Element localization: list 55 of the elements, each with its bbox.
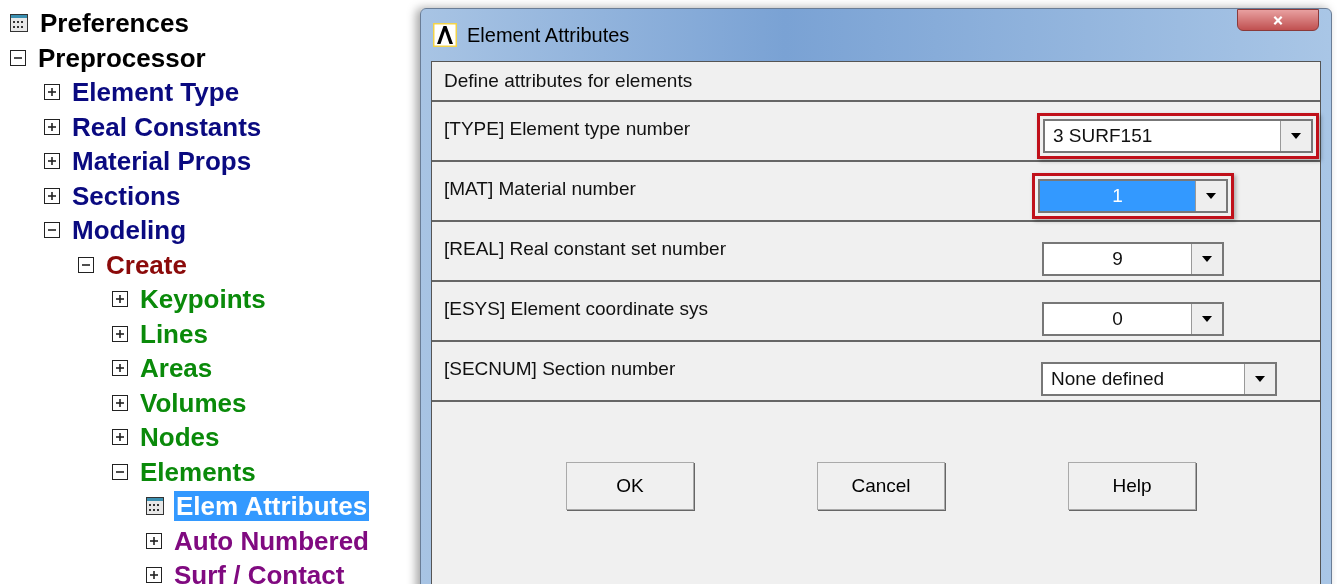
dialog-icon — [146, 497, 164, 516]
dialog-button[interactable]: OK — [566, 462, 694, 510]
tree-item[interactable]: Modeling — [70, 215, 189, 246]
tree-item[interactable]: Sections — [70, 180, 183, 211]
dropdown-arrow-icon — [1291, 133, 1301, 139]
dropdown[interactable]: 9 — [1042, 242, 1224, 276]
dropdown-arrow-icon — [1255, 376, 1265, 382]
collapse-icon[interactable] — [44, 222, 60, 239]
expand-icon[interactable] — [44, 187, 60, 204]
close-button[interactable] — [1237, 9, 1319, 31]
field-label: [REAL] Real constant set number — [444, 238, 726, 260]
expand-icon[interactable] — [44, 153, 60, 170]
dropdown-arrow-icon — [1202, 316, 1212, 322]
field-label: [ESYS] Element coordinate sys — [444, 298, 708, 320]
field-label: [MAT] Material number — [444, 178, 636, 200]
collapse-icon[interactable] — [112, 463, 128, 480]
expand-icon[interactable] — [44, 84, 60, 101]
tree-item[interactable]: Real Constants — [70, 111, 264, 142]
expand-icon[interactable] — [146, 532, 162, 549]
expand-icon[interactable] — [146, 567, 162, 584]
dropdown-arrow-icon — [1202, 256, 1212, 262]
close-icon — [1272, 14, 1284, 26]
logo-icon — [433, 23, 457, 47]
tree-item[interactable]: Elements — [138, 456, 258, 487]
dialog-button[interactable]: Cancel — [817, 462, 945, 510]
expand-icon[interactable] — [44, 118, 60, 135]
field-label: [SECNUM] Section number — [444, 358, 676, 380]
tree-item[interactable]: Preferences — [38, 8, 191, 39]
tree-item[interactable]: Keypoints — [138, 284, 268, 315]
expand-icon[interactable] — [112, 291, 128, 308]
tree-item[interactable]: Lines — [138, 318, 210, 349]
collapse-icon[interactable] — [10, 49, 26, 66]
tree-item[interactable]: Auto Numbered — [172, 525, 371, 556]
tree-item[interactable]: Areas — [138, 353, 215, 384]
expand-icon[interactable] — [112, 429, 128, 446]
tree-item[interactable]: Preprocessor — [36, 42, 208, 73]
tree-item[interactable]: Volumes — [138, 387, 249, 418]
dialog-button[interactable]: Help — [1068, 462, 1196, 510]
dropdown-arrow-icon — [1206, 193, 1216, 199]
tree-item[interactable]: Create — [104, 249, 189, 280]
dialog-heading: Define attributes for elements — [444, 70, 693, 92]
tree-item[interactable]: Element Type — [70, 77, 242, 108]
expand-icon[interactable] — [112, 325, 128, 342]
tree-item[interactable]: Nodes — [138, 422, 222, 453]
tree-item[interactable]: Surf / Contact — [172, 560, 347, 584]
window-title: Element Attributes — [467, 23, 630, 47]
expand-icon[interactable] — [112, 360, 128, 377]
expand-icon[interactable] — [112, 394, 128, 411]
field-label: [TYPE] Element type number — [444, 118, 691, 140]
dropdown[interactable]: 3 SURF151 — [1043, 119, 1313, 153]
dropdown[interactable]: 0 — [1042, 302, 1224, 336]
dropdown[interactable]: None defined — [1041, 362, 1277, 396]
tree-item[interactable]: Material Props — [70, 146, 254, 177]
collapse-icon[interactable] — [78, 256, 94, 273]
dialog-icon — [10, 14, 28, 33]
